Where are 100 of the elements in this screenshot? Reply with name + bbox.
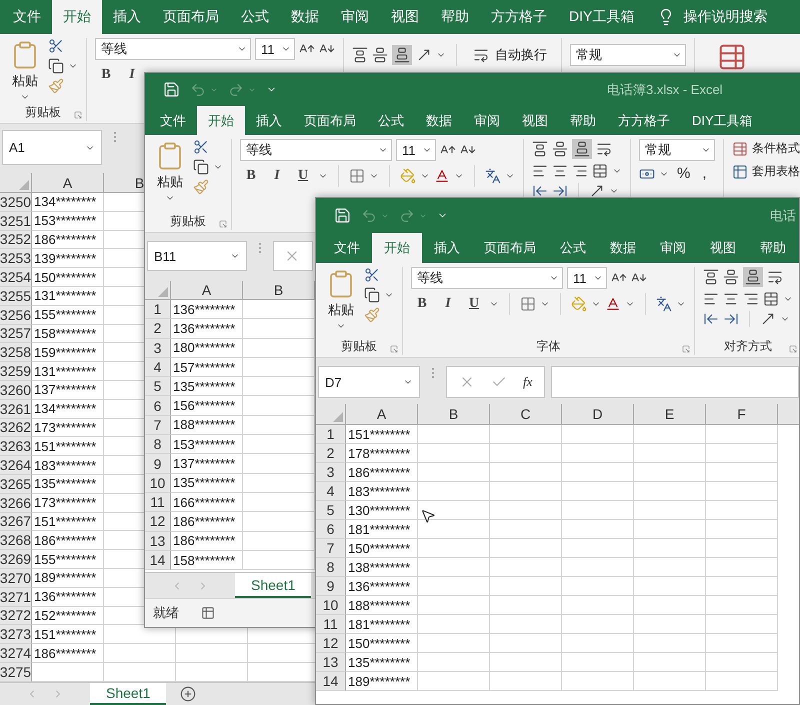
row-header[interactable]: 9 [145,454,171,474]
ribbon-tab[interactable]: 审阅 [330,0,380,34]
fill-color-icon[interactable] [571,296,587,312]
align-left-icon[interactable] [532,163,548,179]
row-header[interactable]: 3263 [0,437,32,456]
orientation-icon[interactable] [760,311,776,327]
number-format-field[interactable]: 常规 [570,44,686,66]
row-header[interactable]: 3251 [0,212,32,231]
row-header[interactable]: 11 [316,615,346,634]
row-header[interactable]: 3269 [0,550,32,569]
align-right-icon[interactable] [743,291,759,307]
wrap-text-button[interactable]: 自动换行 [467,44,553,66]
row-header[interactable]: 8 [145,435,171,454]
sheet-tab[interactable]: Sheet1 [90,683,166,705]
scissors-icon[interactable] [364,267,380,283]
ribbon-tab[interactable]: 页面布局 [152,0,230,34]
insert-function-button[interactable]: fx [523,374,532,390]
formula-input[interactable] [551,366,799,398]
paste-button[interactable]: 粘贴 [153,139,187,212]
launcher-icon[interactable] [74,111,82,119]
phonetic-icon[interactable] [485,168,501,184]
ribbon-tab[interactable]: 开始 [52,0,102,34]
column-header[interactable]: B [448,406,458,422]
paste-button[interactable]: 粘贴 [8,38,42,104]
decrease-indent-icon[interactable] [703,311,719,327]
ribbon-tab[interactable]: 公式 [230,0,280,34]
align-center-icon[interactable] [552,163,568,179]
ribbon-tab[interactable]: 视图 [698,233,748,263]
row-header[interactable]: 10 [145,474,171,493]
ribbon-tab[interactable]: 视图 [511,106,559,135]
ribbon-tab[interactable]: 公式 [367,106,415,135]
row-header[interactable]: 4 [145,358,171,378]
font-color-icon[interactable] [605,296,621,312]
row-header[interactable]: 3261 [0,400,32,419]
row-header[interactable]: 3 [316,463,346,482]
sheet-tab[interactable]: Sheet1 [235,573,312,598]
ribbon-tab[interactable]: 帮助 [559,106,607,135]
ribbon-tab[interactable]: 页面布局 [472,233,548,263]
ribbon-tab[interactable]: 插入 [422,233,472,263]
align-right-icon[interactable] [572,163,588,179]
row-header[interactable]: 3254 [0,268,32,287]
merge-icon[interactable] [763,291,779,307]
column-header[interactable]: B [134,174,144,190]
conditional-format-icon[interactable] [717,42,747,72]
row-header[interactable]: 11 [145,492,171,512]
orientation-icon[interactable] [416,47,432,63]
row-header[interactable]: 2 [145,319,171,339]
ribbon-tab[interactable]: 数据 [280,0,330,34]
style-menu-item[interactable]: 套用表格 [732,162,800,181]
align-top-icon[interactable] [352,47,368,63]
row-header[interactable]: 3268 [0,531,32,550]
row-header[interactable]: 3275 [0,662,32,682]
row-header[interactable]: 3264 [0,456,32,475]
row-header[interactable]: 6 [316,520,346,539]
merge-icon[interactable] [592,163,608,179]
scissors-icon[interactable] [193,139,209,155]
font-color-icon[interactable] [434,168,450,184]
column-header[interactable]: E [664,406,674,422]
row-header[interactable]: 13 [145,532,171,551]
column-header[interactable]: D [592,406,603,422]
percent-button[interactable]: % [673,165,694,182]
row-header[interactable]: 13 [316,653,346,672]
align-middle-icon[interactable] [723,269,739,285]
search-tab[interactable]: 操作说明搜索 [683,8,768,26]
row-header[interactable]: 3256 [0,306,32,325]
column-header[interactable]: A [62,174,72,190]
row-header[interactable]: 3258 [0,343,32,362]
font-field[interactable]: 等线 [95,38,251,60]
ribbon-tab[interactable]: 数据 [415,106,463,135]
font-size-field[interactable]: 11 [396,139,436,161]
row-header[interactable]: 3272 [0,606,32,626]
bold-button[interactable]: B [240,165,262,187]
underline-button[interactable]: U [463,293,485,315]
ribbon-tab[interactable]: 数据 [598,233,648,263]
row-header[interactable]: 5 [145,377,171,396]
row-header[interactable]: 3257 [0,324,32,344]
column-header[interactable]: A [376,406,386,422]
row-header[interactable]: 3260 [0,380,32,400]
ribbon-tab[interactable]: DIY工具箱 [558,0,646,34]
row-header[interactable]: 10 [316,596,346,615]
ribbon-tab[interactable]: 文件 [322,233,372,263]
font-field[interactable]: 等线 [411,267,563,289]
align-bottom-icon[interactable] [574,141,590,157]
row-header[interactable]: 5 [316,501,346,520]
paste-button[interactable]: 粘贴 [324,267,358,337]
row-header[interactable]: 3274 [0,644,32,663]
align-bottom-icon[interactable] [394,47,410,63]
font-size-field[interactable]: 11 [567,267,607,289]
row-header[interactable]: 3255 [0,286,32,306]
align-center-icon[interactable] [723,291,739,307]
row-header[interactable]: 7 [316,539,346,558]
row-header[interactable]: 12 [145,512,171,532]
wrap-text-icon[interactable] [767,269,783,285]
name-box[interactable]: A1 [2,130,102,165]
row-header[interactable]: 1 [316,425,346,444]
row-header[interactable]: 3267 [0,512,32,532]
save-icon[interactable] [334,207,351,224]
number-format-field[interactable]: 常规 [639,139,715,161]
row-header[interactable]: 3266 [0,494,32,513]
copy-icon[interactable] [364,287,380,303]
